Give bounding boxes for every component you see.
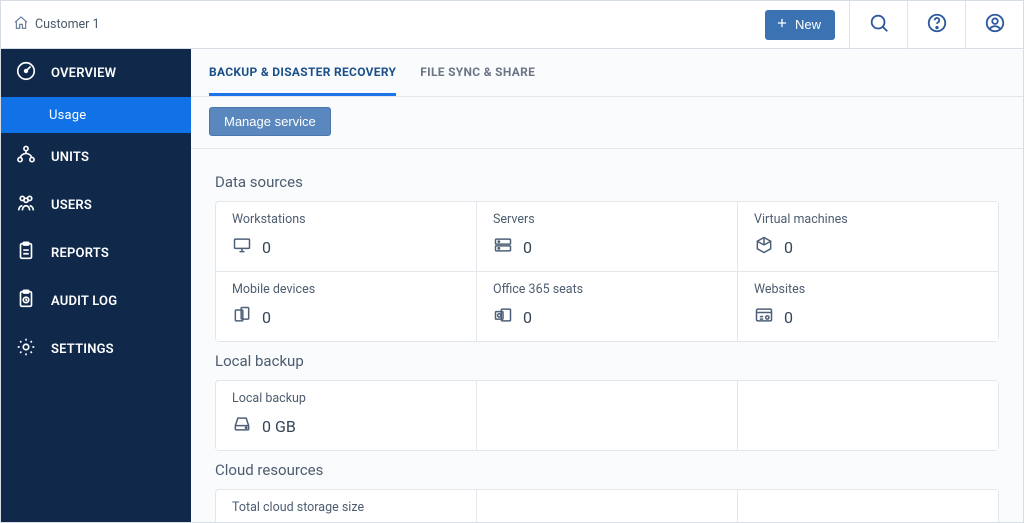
card-value: 0 [262,308,271,327]
card-workstations[interactable]: Workstations 0 [216,202,477,272]
breadcrumb[interactable]: Customer 1 [13,15,100,35]
card-value: 0 [784,238,793,257]
disk-icon [232,414,252,438]
gauge-icon [15,60,37,86]
monitor-icon [232,235,252,259]
data-sources-grid: Workstations 0 Servers 0 [215,201,999,342]
card-label: Office 365 seats [493,282,721,297]
help-icon [926,12,948,38]
search-button[interactable] [849,1,907,49]
plus-icon [775,16,789,33]
org-icon [15,144,37,170]
card-label: Virtual machines [754,212,982,227]
users-icon [15,192,37,218]
card-office-365[interactable]: Office 365 seats 0 [477,272,738,342]
card-value: 0 GB [262,417,296,436]
sidebar-sub-label: Usage [49,108,86,123]
server-icon [493,235,513,259]
card-websites[interactable]: Websites 0 [738,272,999,342]
card-empty [477,490,738,522]
card-empty [738,490,999,522]
toolbar: Manage service [191,97,1023,149]
card-empty [738,381,999,451]
tab-label: BACKUP & DISASTER RECOVERY [209,65,396,79]
sidebar-item-settings[interactable]: SETTINGS [1,325,191,373]
cloud-resources-grid: Total cloud storage size 0 GB [215,489,999,522]
card-label: Workstations [232,212,460,227]
help-button[interactable] [907,1,965,49]
gear-icon [15,336,37,362]
search-icon [868,12,890,38]
sidebar-item-label: REPORTS [51,246,109,261]
card-servers[interactable]: Servers 0 [477,202,738,272]
tab-label: FILE SYNC & SHARE [420,65,535,79]
card-label: Total cloud storage size [232,500,460,515]
new-button[interactable]: New [765,10,835,40]
home-icon [13,15,29,35]
clipboard-clock-icon [15,288,37,314]
manage-service-button[interactable]: Manage service [209,107,331,136]
breadcrumb-text: Customer 1 [35,17,100,32]
tabs: BACKUP & DISASTER RECOVERY FILE SYNC & S… [191,49,1023,97]
card-cloud-storage[interactable]: Total cloud storage size 0 GB [216,490,477,522]
tab-file-sync[interactable]: FILE SYNC & SHARE [420,49,535,96]
sidebar: OVERVIEW Usage UNITS USERS [1,49,191,522]
browser-icon [754,305,774,329]
local-backup-grid: Local backup 0 GB [215,380,999,451]
card-mobile-devices[interactable]: Mobile devices 0 [216,272,477,342]
card-empty [477,381,738,451]
card-label: Local backup [232,391,460,406]
card-label: Servers [493,212,721,227]
card-value: 0 [262,238,271,257]
clipboard-icon [15,240,37,266]
mobile-icon [232,305,252,329]
topbar: Customer 1 New [1,1,1023,49]
sidebar-item-label: OVERVIEW [51,66,116,81]
sidebar-item-overview[interactable]: OVERVIEW [1,49,191,97]
card-value: 0 [784,308,793,327]
user-circle-icon [984,12,1006,38]
card-value: 0 [523,308,532,327]
sidebar-item-label: AUDIT LOG [51,294,117,309]
new-button-label: New [795,17,821,32]
outlook-icon [493,305,513,329]
tab-backup[interactable]: BACKUP & DISASTER RECOVERY [209,49,396,96]
sidebar-item-users[interactable]: USERS [1,181,191,229]
manage-button-label: Manage service [224,114,316,129]
card-local-backup[interactable]: Local backup 0 GB [216,381,477,451]
card-label: Mobile devices [232,282,460,297]
sidebar-item-label: UNITS [51,150,89,165]
sidebar-item-units[interactable]: UNITS [1,133,191,181]
sidebar-item-audit-log[interactable]: AUDIT LOG [1,277,191,325]
sidebar-sub-usage[interactable]: Usage [1,97,191,133]
card-label: Websites [754,282,982,297]
main-content: BACKUP & DISASTER RECOVERY FILE SYNC & S… [191,49,1023,522]
section-title-cloud-resources: Cloud resources [215,461,999,479]
section-title-local-backup: Local backup [215,352,999,370]
card-value: 0 [523,238,532,257]
sidebar-item-label: SETTINGS [51,342,114,357]
sidebar-item-label: USERS [51,198,92,213]
account-button[interactable] [965,1,1023,49]
section-title-data-sources: Data sources [215,173,999,191]
sidebar-item-reports[interactable]: REPORTS [1,229,191,277]
card-virtual-machines[interactable]: Virtual machines 0 [738,202,999,272]
cube-icon [754,235,774,259]
